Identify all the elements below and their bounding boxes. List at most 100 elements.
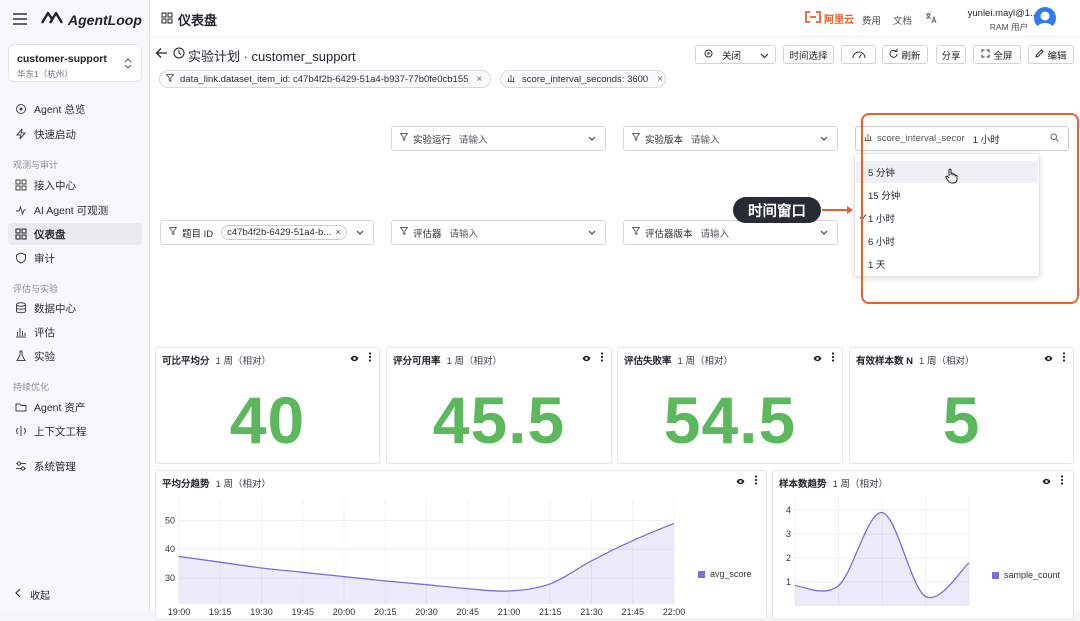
user-role: RAM 用户 bbox=[989, 22, 1028, 32]
close-icon[interactable]: × bbox=[476, 74, 482, 85]
x-tick-label: 21:45 bbox=[621, 607, 644, 617]
sidebar-item-agent-overview[interactable]: Agent 总览 bbox=[8, 98, 142, 120]
avatar[interactable] bbox=[1034, 7, 1056, 29]
y-tick-label: 3 bbox=[786, 529, 791, 539]
sidebar-item-label: Agent 总览 bbox=[34, 103, 86, 116]
chevron-down-icon bbox=[588, 228, 596, 239]
grid-icon bbox=[14, 178, 28, 192]
sidebar-item-access-center[interactable]: 接入中心 bbox=[8, 174, 142, 196]
close-icon[interactable]: × bbox=[657, 74, 663, 85]
sidebar-group-optimize: 持续优化 bbox=[13, 382, 50, 392]
sidebar-group-eval: 评估与实验 bbox=[13, 284, 59, 294]
x-tick-label: 20:30 bbox=[415, 607, 438, 617]
x-tick-label: 20:45 bbox=[456, 607, 479, 617]
gauge-icon bbox=[852, 51, 865, 59]
share-button[interactable]: 分享 bbox=[936, 45, 966, 64]
sidebar-item-system-admin[interactable]: 系统管理 bbox=[8, 455, 142, 477]
time-select-button[interactable]: 时间选择 bbox=[783, 45, 834, 64]
agentloop-logo[interactable]: AgentLoop bbox=[40, 10, 142, 29]
experiment-run-filter[interactable]: 实验运行 请输入 bbox=[391, 126, 606, 151]
panel-title-text: 评估失败率 bbox=[624, 356, 672, 367]
sidebar-item-label: 仪表盘 bbox=[34, 228, 66, 241]
expand-icon bbox=[981, 49, 990, 61]
experiment-version-filter[interactable]: 实验版本 请输入 bbox=[623, 126, 838, 151]
collapse-sidebar-button[interactable]: 收起 bbox=[14, 587, 50, 602]
dashboard-icon bbox=[14, 227, 28, 241]
evaluator-version-filter[interactable]: 评估器版本 请输入 bbox=[623, 220, 838, 245]
filter-chip-dataset-item[interactable]: data_link.dataset_item_id: c47b4f2b-6429… bbox=[159, 70, 491, 88]
sidebar-item-quick-start[interactable]: 快速启动 bbox=[8, 123, 142, 145]
sidebar-item-dashboard[interactable]: 仪表盘 bbox=[8, 223, 142, 245]
header-link-billing[interactable]: 费用 bbox=[862, 13, 881, 27]
annotation-arrow bbox=[821, 204, 855, 219]
gauge-button[interactable] bbox=[841, 45, 876, 64]
funnel-icon bbox=[399, 227, 409, 238]
more-vertical-icon[interactable] bbox=[1062, 352, 1066, 365]
panel-title-text: 评分可用率 bbox=[393, 356, 441, 367]
back-arrow-icon[interactable] bbox=[155, 47, 168, 62]
edit-button[interactable]: 编辑 bbox=[1028, 45, 1074, 64]
legend-swatch bbox=[992, 572, 999, 579]
eye-icon[interactable] bbox=[813, 353, 822, 365]
sample-count-chart: 1 2 3 4 sample_count bbox=[786, 495, 1061, 606]
sidebar-item-agent-assets[interactable]: Agent 资产 bbox=[8, 396, 142, 418]
pulse-icon bbox=[14, 203, 28, 217]
refresh-button[interactable]: 刷新 bbox=[882, 45, 928, 64]
stat-panel: 评估失败率 1 周（相对） 54.5 bbox=[617, 347, 843, 464]
eye-icon[interactable] bbox=[1044, 353, 1053, 365]
stat-panel: 可比平均分 1 周（相对） 40 bbox=[155, 347, 380, 464]
refresh-interval-select[interactable]: 关闭 bbox=[695, 45, 776, 64]
funnel-icon bbox=[165, 73, 175, 85]
eye-icon[interactable] bbox=[582, 353, 591, 365]
chevron-down-icon bbox=[356, 228, 364, 239]
header-link-docs[interactable]: 文档 bbox=[893, 13, 912, 27]
data-point bbox=[178, 555, 180, 557]
legend-label: sample_count bbox=[1004, 570, 1061, 580]
item-id-tag[interactable]: c47b4f2b-6429-51a4-b... × bbox=[221, 225, 347, 240]
filter-label: 实验版本 bbox=[645, 134, 684, 146]
sidebar-item-experiment[interactable]: 实验 bbox=[8, 345, 142, 367]
data-point bbox=[632, 540, 634, 542]
chip-text: score_interval_seconds: 3600 bbox=[522, 73, 649, 85]
tag-text: c47b4f2b-6429-51a4-b... bbox=[227, 227, 332, 238]
filter-chip-score-interval[interactable]: score_interval_seconds: 3600 × bbox=[500, 70, 666, 88]
data-point bbox=[881, 512, 883, 514]
stat-panel: 评分可用率 1 周（相对） 45.5 bbox=[386, 347, 612, 464]
translate-icon[interactable] bbox=[925, 12, 937, 27]
sidebar-item-audit[interactable]: 审计 bbox=[8, 247, 142, 269]
more-vertical-icon[interactable] bbox=[600, 352, 604, 365]
panel-title: 评估失败率 1 周（相对） bbox=[624, 353, 733, 367]
sidebar-item-label: 快速启动 bbox=[34, 128, 76, 141]
data-point bbox=[467, 588, 469, 590]
sidebar-item-label: 接入中心 bbox=[34, 179, 76, 192]
chevron-down-icon bbox=[820, 228, 828, 239]
refresh-label: 刷新 bbox=[901, 50, 921, 62]
sidebar-item-observability[interactable]: AI Agent 可观测 bbox=[8, 199, 142, 221]
refresh-interval-value: 关闭 bbox=[722, 50, 742, 62]
fullscreen-button[interactable]: 全屏 bbox=[973, 45, 1021, 64]
pencil-icon bbox=[1035, 48, 1045, 61]
evaluator-filter[interactable]: 评估器 请输入 bbox=[391, 220, 606, 245]
sidebar-item-data-center[interactable]: 数据中心 bbox=[8, 297, 142, 319]
panel-title: 评分可用率 1 周（相对） bbox=[393, 353, 502, 367]
sidebar: AgentLoop customer-support 华东1（杭州） Agent… bbox=[0, 0, 150, 611]
filter-label: 实验运行 bbox=[413, 134, 452, 146]
filter-label: 题目 ID bbox=[182, 228, 214, 240]
panel-range: 1 周（相对） bbox=[919, 356, 975, 367]
item-id-filter[interactable]: 题目 ID c47b4f2b-6429-51a4-b... × bbox=[160, 220, 374, 245]
more-vertical-icon[interactable] bbox=[368, 352, 372, 365]
sidebar-item-evaluation[interactable]: 评估 bbox=[8, 321, 142, 343]
sidebar-item-context-engineering[interactable]: 上下文工程 bbox=[8, 420, 142, 442]
shield-icon bbox=[14, 251, 28, 265]
chip-text: data_link.dataset_item_id: c47b4f2b-6429… bbox=[180, 73, 469, 85]
aliyun-brand[interactable]: 阿里云 bbox=[805, 11, 854, 26]
edit-label: 编辑 bbox=[1047, 50, 1067, 62]
avg-score-chart-panel: 平均分趋势 1 周（相对） 30 40 50 19:00 19:15 19:30 19:45 2… bbox=[155, 470, 767, 620]
close-icon[interactable]: × bbox=[335, 227, 341, 238]
menu-icon[interactable] bbox=[13, 13, 27, 25]
experiment-plan-icon bbox=[173, 47, 185, 62]
sidebar-item-label: AI Agent 可观测 bbox=[34, 204, 109, 217]
more-vertical-icon[interactable] bbox=[831, 352, 835, 365]
project-switcher[interactable]: customer-support 华东1（杭州） bbox=[8, 44, 142, 82]
eye-icon[interactable] bbox=[350, 353, 359, 365]
